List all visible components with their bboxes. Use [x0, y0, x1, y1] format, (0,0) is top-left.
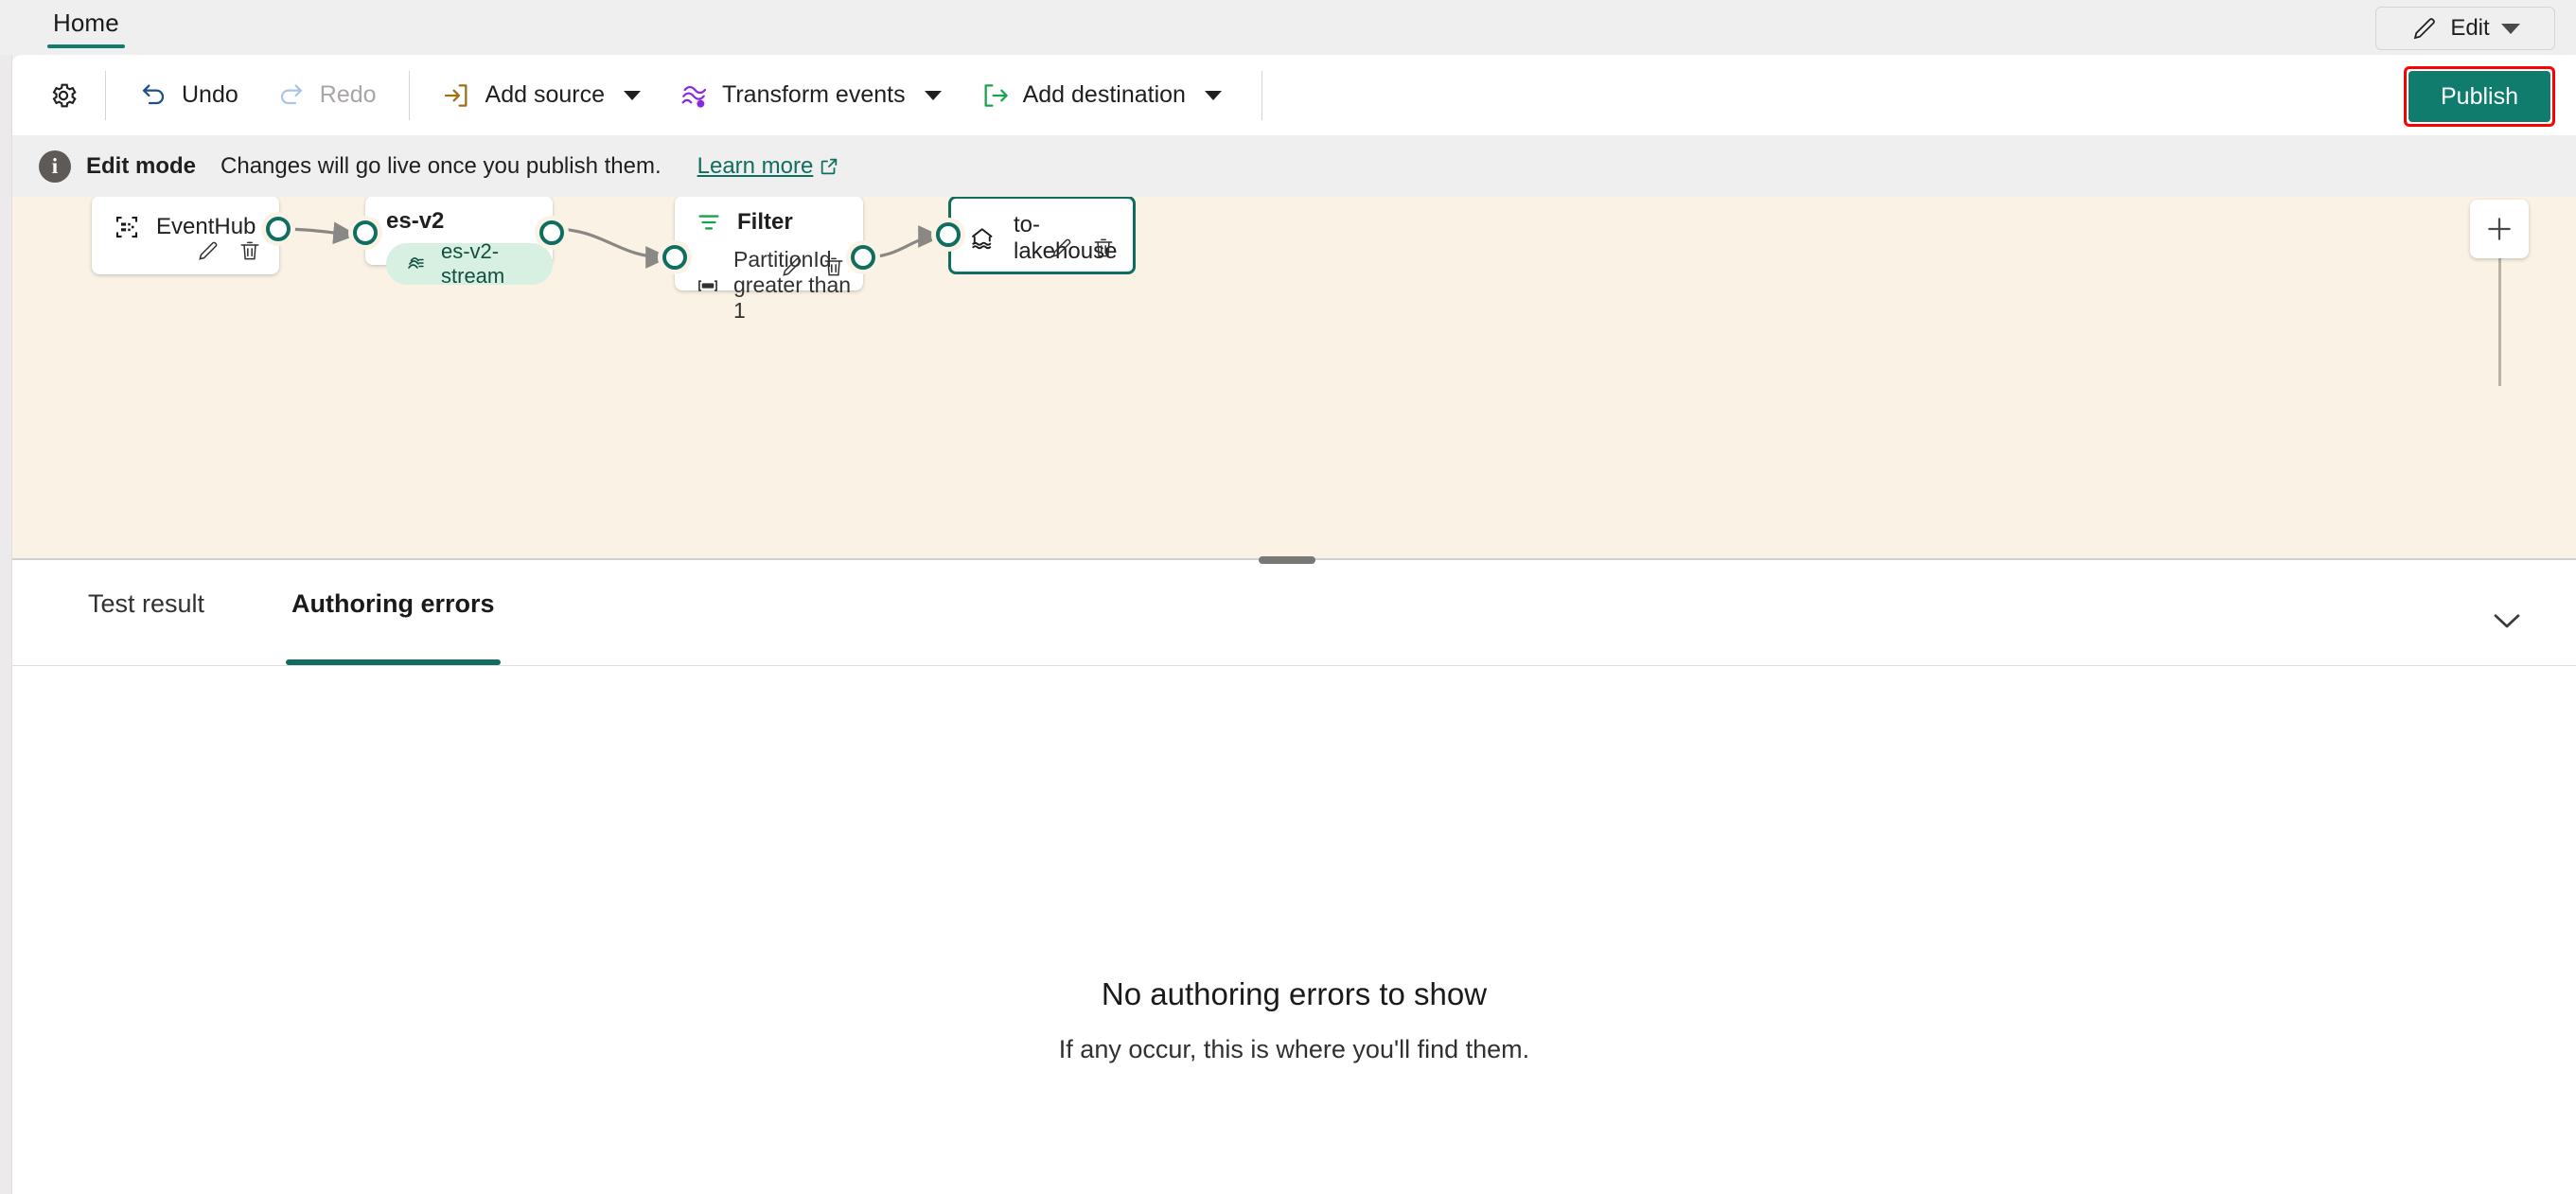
pipeline-node-filter[interactable]: Filter PartitionId greater than 1 — [662, 197, 875, 323]
node-actions — [780, 255, 846, 279]
stream-pill[interactable]: es-v2-stream — [386, 239, 553, 288]
edit-button[interactable]: Edit — [2375, 7, 2555, 50]
open-in-new-icon — [819, 156, 839, 177]
edit-node-icon[interactable] — [196, 238, 221, 263]
edit-button-label: Edit — [2450, 15, 2490, 41]
eventhub-icon — [113, 213, 141, 241]
edit-mode-title: Edit mode — [86, 152, 197, 179]
pencil-icon — [2410, 14, 2439, 43]
delete-node-icon[interactable] — [1091, 236, 1116, 260]
redo-icon — [276, 80, 307, 111]
publish-button[interactable]: Publish — [2408, 71, 2550, 122]
lakehouse-icon — [968, 224, 998, 253]
pipeline-node-es-v2[interactable]: es-v2 es-v2-stream — [353, 197, 564, 288]
pipeline-canvas[interactable]: EventHub es-v2 es-v2-stream Filter Parti… — [12, 197, 2576, 558]
tab-authoring-errors-label: Authoring errors — [291, 589, 495, 618]
toolbar-divider-2 — [408, 70, 410, 120]
node-header: es-v2 — [365, 197, 553, 235]
chevron-down-icon — [2500, 23, 2520, 34]
redo-button[interactable]: Redo — [257, 68, 396, 123]
node-title: es-v2 — [386, 208, 445, 234]
edit-node-icon[interactable] — [1050, 236, 1074, 260]
add-node-connector-stub — [2498, 254, 2501, 386]
node-title: Filter — [737, 209, 793, 235]
settings-button[interactable] — [35, 68, 92, 123]
edit-mode-banner: i Edit mode Changes will go live once yo… — [12, 135, 2576, 197]
node-input-port[interactable] — [353, 220, 378, 245]
collapse-pane-button[interactable] — [2481, 602, 2532, 640]
edit-node-icon[interactable] — [780, 255, 804, 279]
gear-icon — [48, 80, 79, 111]
empty-state-subtitle: If any occur, this is where you'll find … — [1058, 1035, 1530, 1063]
node-title: EventHub — [156, 214, 256, 239]
add-destination-icon — [979, 80, 1010, 111]
plus-icon — [2488, 218, 2511, 240]
add-node-button[interactable] — [2470, 200, 2529, 258]
pane-resize-handle[interactable] — [1259, 556, 1315, 564]
pipeline-node-eventhub[interactable]: EventHub — [92, 197, 291, 274]
node-output-port[interactable] — [539, 220, 564, 245]
info-icon: i — [39, 149, 71, 183]
ribbon-tab-strip: Home Edit — [0, 0, 2576, 55]
stream-pill-label: es-v2-stream — [441, 239, 505, 288]
add-source-label: Add source — [485, 81, 605, 108]
node-input-port[interactable] — [662, 245, 687, 270]
ribbon-tab-home[interactable]: Home — [44, 5, 129, 48]
stream-icon — [405, 253, 428, 275]
undo-icon — [138, 80, 168, 111]
add-source-icon — [442, 80, 472, 111]
empty-state: No authoring errors to show If any occur… — [12, 976, 2576, 1064]
add-destination-label: Add destination — [1022, 81, 1186, 108]
bottom-pane: Test result Authoring errors No authorin… — [12, 558, 2576, 1194]
transform-events-button[interactable]: Transform events — [660, 68, 961, 123]
toolbar-divider-1 — [105, 70, 106, 120]
node-header: EventHub — [92, 197, 279, 241]
node-subtitle-row: PartitionId greater than 1 — [675, 236, 863, 324]
tab-underline — [82, 659, 210, 665]
node-input-port[interactable] — [936, 222, 961, 247]
condition-icon — [696, 273, 720, 298]
delete-node-icon[interactable] — [238, 238, 262, 263]
chevron-down-icon — [924, 90, 942, 100]
learn-more-label: Learn more — [697, 152, 814, 179]
left-rail — [0, 0, 12, 1194]
node-actions — [196, 238, 262, 263]
undo-label: Undo — [182, 81, 238, 108]
node-subtitle-row: es-v2-stream — [365, 235, 553, 288]
command-bar: Undo Redo Add source Transform events Ad… — [12, 55, 2576, 135]
redo-label: Redo — [319, 81, 377, 108]
tab-test-result[interactable]: Test result — [69, 560, 223, 665]
info-icon-glyph: i — [51, 153, 59, 178]
add-source-button[interactable]: Add source — [423, 68, 660, 123]
node-header: Filter — [675, 197, 863, 236]
chevron-down-icon — [624, 90, 641, 100]
chevron-down-icon — [1204, 90, 1222, 100]
publish-button-highlight: Publish — [2404, 66, 2555, 127]
ribbon-tab-home-label: Home — [53, 9, 119, 37]
edge-esv2-to-filter — [553, 227, 670, 269]
edit-mode-message: Changes will go live once you publish th… — [221, 152, 662, 179]
undo-button[interactable]: Undo — [119, 68, 257, 123]
transform-events-label: Transform events — [722, 81, 906, 108]
add-destination-button[interactable]: Add destination — [961, 68, 1241, 123]
tab-underline — [286, 659, 501, 665]
node-actions — [1050, 236, 1116, 260]
pipeline-node-to-lakehouse[interactable]: to-lakehouse — [936, 197, 1136, 274]
empty-state-title: No authoring errors to show — [1101, 976, 1488, 1011]
filter-icon — [696, 209, 722, 236]
publish-button-label: Publish — [2441, 82, 2518, 110]
tab-test-result-label: Test result — [88, 589, 205, 618]
node-output-port[interactable] — [851, 245, 875, 270]
node-output-port[interactable] — [266, 217, 291, 241]
tab-authoring-errors[interactable]: Authoring errors — [273, 560, 514, 665]
transform-events-icon — [679, 80, 709, 111]
bottom-pane-tabbar: Test result Authoring errors — [12, 560, 2576, 666]
learn-more-link[interactable]: Learn more — [697, 153, 840, 180]
delete-node-icon[interactable] — [821, 255, 846, 279]
ribbon-tab-home-underline — [46, 44, 125, 48]
chevron-down-icon — [2494, 614, 2520, 628]
app-root: Home Edit Undo Redo Add source Transform… — [0, 0, 2576, 1194]
